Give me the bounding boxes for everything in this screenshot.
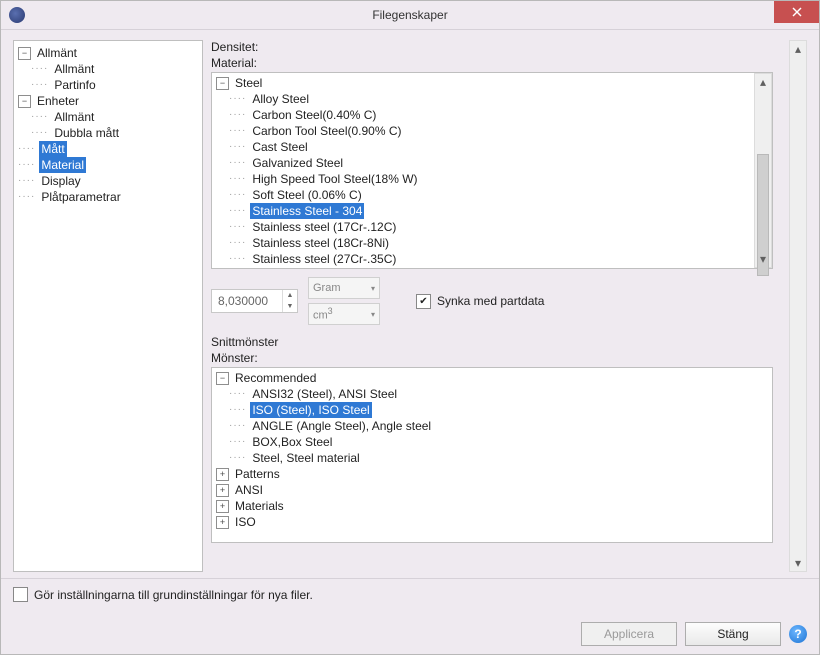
footer: Gör inställningarna till grundinställnin… [1,578,819,654]
pattern-item[interactable]: ANSI32 (Steel), ANSI Steel [250,386,399,402]
nav-matt[interactable]: Mått [39,141,66,157]
collapse-icon[interactable]: − [216,77,229,90]
nav-enheter[interactable]: Enheter [35,93,81,109]
category-tree[interactable]: −Allmänt ····Allmänt ····Partinfo −Enhet… [13,40,203,572]
close-dialog-button[interactable]: Stäng [685,622,781,646]
material-item[interactable]: Galvanized Steel [250,155,345,171]
material-root[interactable]: Steel [233,75,264,91]
pattern-group[interactable]: Patterns [233,466,282,482]
expand-icon[interactable]: + [216,516,229,529]
titlebar: Filegenskaper [1,1,819,30]
nav-allmant-sub[interactable]: Allmänt [52,61,96,77]
material-item[interactable]: Soft Steel (0.06% C) [250,187,363,203]
pattern-tree[interactable]: −Recommended ····ANSI32 (Steel), ANSI St… [211,367,773,543]
chevron-up-icon[interactable]: ▴ [755,74,771,90]
nav-dubbla-matt[interactable]: Dubbla mått [52,125,121,141]
label-material: Material: [211,56,773,70]
label-snittmonster: Snittmönster [211,335,773,349]
expand-icon[interactable]: + [216,484,229,497]
pattern-item[interactable]: Steel, Steel material [250,450,361,466]
chevron-up-icon[interactable]: ▴ [790,41,806,57]
collapse-icon[interactable]: − [216,372,229,385]
mass-unit-value: Gram [313,282,341,294]
window-title: Filegenskaper [1,8,819,22]
material-item[interactable]: Carbon Tool Steel(0.90% C) [250,123,403,139]
nav-allmant[interactable]: Allmänt [35,45,79,61]
density-value[interactable] [212,294,282,308]
pattern-group[interactable]: ISO [233,514,258,530]
default-settings-label: Gör inställningarna till grundinställnin… [34,588,313,602]
chevron-down-icon: ▾ [371,310,375,319]
material-item[interactable]: Stainless steel (17Cr-.12C) [250,219,398,235]
material-tree[interactable]: −Steel ····Alloy Steel····Carbon Steel(0… [211,72,773,269]
pattern-group[interactable]: Materials [233,498,286,514]
nav-enheter-allmant[interactable]: Allmänt [52,109,96,125]
nav-partinfo[interactable]: Partinfo [52,77,97,93]
sync-checkbox[interactable]: ✔ Synka med partdata [416,294,544,309]
material-item[interactable]: Stainless steel (18Cr-8Ni) [250,235,391,251]
nav-material[interactable]: Material [39,157,86,173]
nav-platparam[interactable]: Plåtparametrar [39,189,122,205]
label-monster: Mönster: [211,351,773,365]
material-item[interactable]: Cast Steel [250,139,309,155]
default-settings-checkbox[interactable]: Gör inställningarna till grundinställnin… [13,587,807,602]
scrollbar[interactable]: ▴ ▾ [754,73,772,268]
apply-button[interactable]: Applicera [581,622,677,646]
chevron-down-icon: ▾ [371,284,375,293]
material-item[interactable]: Stainless Steel - 304 [250,203,364,219]
chevron-down-icon[interactable]: ▾ [790,555,806,571]
checkbox-checked-icon: ✔ [416,294,431,309]
density-input[interactable]: ▲ ▼ [211,289,298,313]
pattern-recommended[interactable]: Recommended [233,370,318,386]
mass-unit-combo[interactable]: Gram ▾ [308,277,380,299]
help-icon[interactable]: ? [789,625,807,643]
material-item[interactable]: High Speed Tool Steel(18% W) [250,171,419,187]
collapse-icon[interactable]: − [18,95,31,108]
close-icon [792,7,802,17]
dialog-filegenskaper: Filegenskaper −Allmänt ····Allmänt ····P… [0,0,820,655]
spin-up-icon[interactable]: ▲ [283,290,297,301]
chevron-down-icon[interactable]: ▾ [755,251,771,267]
spin-down-icon[interactable]: ▼ [283,301,297,312]
pattern-group[interactable]: ANSI [233,482,265,498]
expand-icon[interactable]: + [216,468,229,481]
close-button[interactable] [774,1,819,23]
pane-scrollbar[interactable]: ▴ ▾ [789,40,807,572]
expand-icon[interactable]: + [216,500,229,513]
material-item[interactable]: Stainless steel (27Cr-.35C) [250,251,398,267]
pattern-item[interactable]: BOX,Box Steel [250,434,334,450]
sync-label: Synka med partdata [437,294,544,308]
volume-unit-value: cm3 [313,306,333,322]
material-item[interactable]: Alloy Steel [250,91,311,107]
material-item[interactable]: Carbon Steel(0.40% C) [250,107,378,123]
nav-display[interactable]: Display [39,173,82,189]
pattern-item[interactable]: ISO (Steel), ISO Steel [250,402,371,418]
collapse-icon[interactable]: − [18,47,31,60]
checkbox-icon [13,587,28,602]
volume-unit-combo[interactable]: cm3 ▾ [308,303,380,325]
pattern-item[interactable]: ANGLE (Angle Steel), Angle steel [250,418,433,434]
label-densitet: Densitet: [211,40,773,54]
